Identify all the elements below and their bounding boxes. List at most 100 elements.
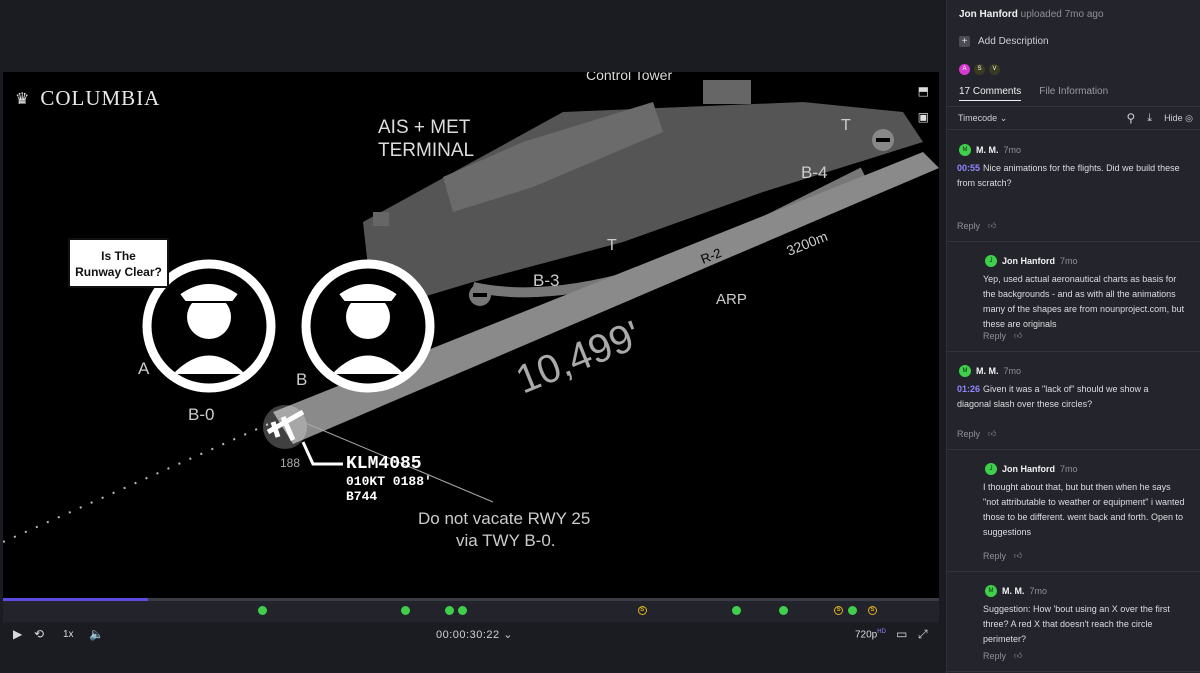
bubble-line2: Runway Clear? — [75, 265, 162, 279]
download-icon[interactable]: ⤓ — [1147, 112, 1152, 125]
bubble-line1: Is The — [101, 249, 136, 263]
comment-actions: Reply 👍︎ — [983, 551, 1022, 561]
label-b4: B-4 — [801, 163, 827, 182]
flight-data-line3: B744 — [346, 489, 377, 504]
video-frame[interactable]: Control Tower AIS + MET TERMINAL B-4 B-3… — [3, 72, 939, 598]
quality-button[interactable]: 720pHD — [855, 629, 886, 640]
brand-logo: ♛ COLUMBIA — [15, 86, 160, 111]
reply-button[interactable]: Reply — [957, 429, 980, 439]
check-circle-icon: ◎ — [1185, 112, 1193, 123]
download-frame-icon[interactable]: ⬒ — [918, 84, 929, 98]
label-terminal: TERMINAL — [378, 140, 474, 161]
label-ais-met: AIS + MET — [378, 117, 471, 138]
search-icon[interactable]: ⚲ — [1126, 111, 1135, 125]
volume-icon[interactable]: 🔈 — [89, 627, 104, 641]
progress-fill — [3, 598, 149, 601]
comment-item[interactable]: M M. M. 7mo 01:26 Given it was a "lack of" s… — [947, 352, 1200, 450]
timeline-comment-marker[interactable]: S — [834, 606, 844, 615]
airport-diagram: Control Tower AIS + MET TERMINAL B-4 B-3… — [3, 72, 939, 550]
comment-author: Jon Hanford — [1002, 464, 1055, 474]
timeline-comment-marker[interactable] — [444, 606, 454, 615]
tab-file-information[interactable]: File Information — [1039, 86, 1108, 101]
comments-toolbar: Timecode ⌄ ⚲ ⤓ Hide ◎ — [947, 106, 1200, 130]
label-control-tower: Control Tower — [586, 72, 672, 83]
comment-item[interactable]: M M. M. 7mo Suggestion: How 'bout using an … — [947, 572, 1200, 672]
player-controls: ▶ ⟲ 1x 🔈 00:00:30:22 ⌄ 720pHD ▭ ⤢ — [3, 622, 939, 648]
comment-header: M M. M. 7mo — [959, 365, 1021, 377]
label-arp: ARP — [716, 291, 747, 308]
brand-text: COLUMBIA — [40, 86, 161, 110]
label-b0: B-0 — [188, 405, 214, 424]
comment-time: 7mo — [1060, 256, 1078, 266]
speed-button[interactable]: 1x — [63, 629, 74, 640]
timeline-comment-marker[interactable] — [257, 606, 267, 615]
timeline[interactable]: SSS — [3, 598, 939, 622]
comment-author: M. M. — [976, 366, 999, 376]
fullscreen-icon[interactable]: ⤢ — [918, 627, 928, 642]
comment-timestamp[interactable]: 00:55 — [957, 163, 980, 173]
like-icon[interactable]: 👍︎ — [1014, 331, 1022, 341]
label-distance: 3200m — [784, 228, 830, 259]
like-icon[interactable]: 👍︎ — [1014, 651, 1022, 661]
comment-item[interactable]: J Jon Hanford 7mo Yep, used actual aeronaut… — [947, 242, 1200, 352]
comment-actions: Reply 👍︎ — [957, 429, 996, 439]
timeline-comment-marker[interactable]: S — [867, 606, 877, 615]
hangar — [703, 80, 751, 104]
avatar: M — [959, 144, 971, 156]
image-icon[interactable]: ▣ — [918, 110, 929, 124]
comment-item[interactable]: M M. M. 7mo 00:55 Nice animations for the fl… — [947, 131, 1200, 242]
tab-comments[interactable]: 17 Comments — [959, 86, 1022, 101]
reply-button[interactable]: Reply — [983, 551, 1006, 561]
avatar[interactable]: V — [989, 64, 1000, 75]
timeline-comment-marker[interactable] — [778, 606, 788, 615]
instruction-line1: Do not vacate RWY 25 — [418, 509, 590, 528]
sort-label: Timecode — [958, 113, 998, 123]
instruction-line2: via TWY B-0. — [456, 531, 556, 550]
label-b: B — [296, 370, 307, 389]
timeline-comment-marker[interactable]: S — [637, 606, 647, 615]
comment-time: 7mo — [1003, 145, 1022, 155]
label-a: A — [138, 359, 150, 378]
theater-mode-icon[interactable]: ▭ — [896, 627, 907, 641]
avatar: J — [985, 463, 997, 475]
hide-button[interactable]: Hide ◎ — [1164, 113, 1193, 124]
timeline-comment-marker[interactable] — [400, 606, 410, 615]
comment-time: 7mo — [1003, 366, 1022, 376]
sort-dropdown[interactable]: Timecode ⌄ — [958, 113, 1007, 124]
comment-header: J Jon Hanford 7mo — [985, 255, 1078, 267]
like-icon[interactable]: 👍︎ — [988, 221, 996, 231]
timeline-comment-marker[interactable] — [848, 606, 858, 615]
avatar: J — [985, 255, 997, 267]
comment-item[interactable]: J Jon Hanford 7mo I thought about that, but… — [947, 450, 1200, 572]
add-description-button[interactable]: + Add Description — [959, 36, 1049, 47]
play-icon[interactable]: ▶ — [13, 627, 22, 641]
upload-time: uploaded 7mo ago — [1020, 9, 1104, 20]
flight-data-line2: 010KT 0188' — [346, 474, 432, 489]
toolbar-icons: ⚲ ⤓ Hide ◎ — [1126, 111, 1193, 125]
chevron-down-icon: ⌄ — [999, 113, 1008, 123]
reply-button[interactable]: Reply — [983, 651, 1006, 661]
timecode-display[interactable]: 00:00:30:22 ⌄ — [436, 628, 513, 641]
reply-button[interactable]: Reply — [983, 331, 1006, 341]
comment-list: M M. M. 7mo 00:55 Nice animations for the fl… — [947, 131, 1200, 672]
loop-icon[interactable]: ⟲ — [34, 627, 44, 641]
timeline-comment-marker[interactable] — [457, 606, 467, 615]
speech-bubble: Is The Runway Clear? — [68, 238, 169, 288]
avatar[interactable]: S — [974, 64, 985, 75]
comment-text: I thought about that, but but then when … — [983, 482, 1185, 537]
avatar[interactable]: A — [959, 64, 970, 75]
reply-button[interactable]: Reply — [957, 221, 980, 231]
label-t1: T — [841, 117, 851, 134]
video-overlay-tools: ⬒ ▣ — [918, 84, 929, 124]
comment-timestamp[interactable]: 01:26 — [957, 384, 980, 394]
chevron-down-icon: ⌄ — [503, 629, 513, 641]
approach-lights — [3, 421, 274, 543]
label-t2: T — [607, 237, 617, 254]
player-area: Control Tower AIS + MET TERMINAL B-4 B-3… — [0, 0, 946, 673]
like-icon[interactable]: 👍︎ — [1014, 551, 1022, 561]
timeline-comment-marker[interactable] — [732, 606, 742, 615]
uploader-info: Jon Hanford uploaded 7mo ago — [959, 9, 1104, 20]
like-icon[interactable]: 👍︎ — [988, 429, 996, 439]
avatar: M — [985, 585, 997, 597]
uploader-name[interactable]: Jon Hanford — [959, 9, 1018, 20]
